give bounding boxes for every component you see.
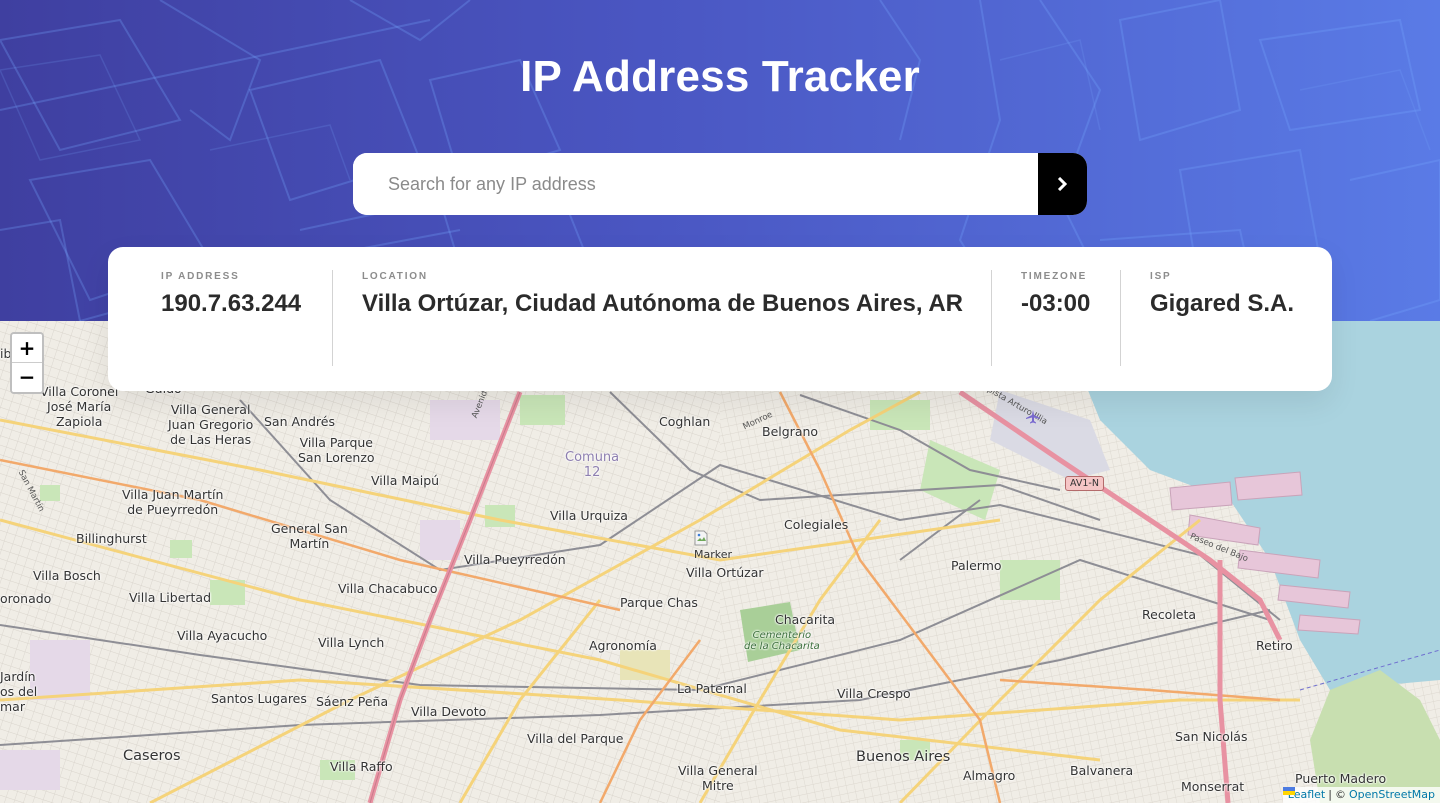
map-label: Puerto Madero bbox=[1295, 771, 1387, 786]
map-label: Sáenz Peña bbox=[316, 694, 389, 709]
map-label: Jardín os del mar bbox=[0, 669, 38, 714]
map-label: Belgrano bbox=[762, 424, 819, 439]
timezone-section: TIMEZONE -03:00 bbox=[1021, 271, 1121, 367]
location-value: Villa Ortúzar, Ciudad Autónoma de Buenos… bbox=[362, 290, 963, 317]
map-label: Agronomía bbox=[589, 638, 657, 653]
map-label: Villa General Mitre bbox=[678, 763, 758, 793]
zoom-in-button[interactable]: + bbox=[12, 334, 42, 363]
map-label: Cementerio de la Chacarita bbox=[744, 630, 820, 652]
divider bbox=[332, 270, 333, 366]
map-label: Coghlan bbox=[659, 414, 711, 429]
airport-icon bbox=[1026, 410, 1040, 424]
map-attribution: Leaflet | © OpenStreetMap bbox=[1282, 787, 1440, 803]
map-label: Buenos Aires bbox=[856, 749, 951, 765]
map-label: Villa Devoto bbox=[411, 704, 487, 719]
isp-label: ISP bbox=[1150, 271, 1172, 282]
location-section: LOCATION Villa Ortúzar, Ciudad Autónoma … bbox=[362, 271, 982, 367]
map-label: Balvanera bbox=[1070, 763, 1134, 778]
search-submit-button[interactable] bbox=[1038, 153, 1087, 215]
map-label: Villa Juan Martín de Pueyrredón bbox=[122, 487, 224, 517]
ip-info-card: IP ADDRESS 190.7.63.244 LOCATION Villa O… bbox=[108, 247, 1332, 391]
map-label: Villa Lynch bbox=[318, 635, 385, 650]
map-label: Billinghurst bbox=[76, 531, 147, 546]
divider bbox=[1120, 270, 1121, 366]
map-label: Colegiales bbox=[784, 517, 849, 532]
map[interactable]: Villa Coronel José María Zapiola Villa G… bbox=[0, 321, 1440, 803]
map-label: Retiro bbox=[1256, 638, 1293, 653]
map-label: Villa Coronel José María Zapiola bbox=[40, 384, 119, 429]
divider bbox=[991, 270, 992, 366]
map-label: Villa Ortúzar bbox=[686, 565, 764, 580]
location-label: LOCATION bbox=[362, 271, 428, 282]
map-label: Parque Chas bbox=[620, 595, 698, 610]
attribution-copyright: © bbox=[1334, 788, 1346, 801]
map-label: San Nicolás bbox=[1175, 729, 1248, 744]
map-label: Santos Lugares bbox=[211, 691, 307, 706]
map-label: Palermo bbox=[951, 558, 1002, 573]
map-label: Villa Parque San Lorenzo bbox=[298, 435, 375, 465]
zoom-control: + − bbox=[10, 332, 44, 394]
map-label: oronado bbox=[0, 591, 52, 606]
map-label: Villa Maipú bbox=[371, 473, 440, 488]
page-title: IP Address Tracker bbox=[520, 52, 920, 101]
road-shield: AV1-N bbox=[1065, 476, 1104, 491]
search-input[interactable] bbox=[353, 153, 1038, 215]
chevron-right-icon bbox=[1057, 177, 1068, 191]
zoom-out-button[interactable]: − bbox=[12, 363, 42, 392]
map-label: Villa del Parque bbox=[527, 731, 624, 746]
map-label: General San Martín bbox=[271, 521, 348, 551]
ip-address-label: IP ADDRESS bbox=[161, 271, 240, 282]
map-label: Villa Urquiza bbox=[550, 508, 628, 523]
ip-address-section: IP ADDRESS 190.7.63.244 bbox=[161, 271, 331, 367]
timezone-label: TIMEZONE bbox=[1021, 271, 1088, 282]
map-label: Villa General Juan Gregorio de Las Heras bbox=[168, 402, 254, 447]
map-label: Villa Crespo bbox=[837, 686, 911, 701]
timezone-value: -03:00 bbox=[1021, 290, 1091, 317]
attribution-separator: | bbox=[1328, 788, 1332, 801]
map-label: Comuna 12 bbox=[565, 450, 620, 480]
search-bar bbox=[353, 153, 1087, 215]
ip-address-value: 190.7.63.244 bbox=[161, 290, 302, 317]
map-label: Villa Bosch bbox=[33, 568, 101, 583]
isp-section: ISP Gigared S.A. bbox=[1150, 271, 1310, 367]
map-label: Monserrat bbox=[1181, 779, 1245, 794]
map-label: La Paternal bbox=[677, 681, 747, 696]
openstreetmap-link[interactable]: OpenStreetMap bbox=[1349, 787, 1435, 803]
location-marker[interactable]: Marker bbox=[694, 530, 734, 561]
map-label: Villa Ayacucho bbox=[177, 628, 268, 643]
broken-image-icon bbox=[694, 530, 708, 546]
isp-value: Gigared S.A. bbox=[1150, 290, 1295, 317]
map-label: Chacarita bbox=[775, 612, 836, 627]
ukraine-flag-icon bbox=[1282, 787, 1295, 795]
map-label: Villa Libertad bbox=[129, 590, 212, 605]
marker-alt-text: Marker bbox=[694, 548, 733, 561]
map-label: Villa Raffo bbox=[330, 759, 393, 774]
map-label: Villa Pueyrredón bbox=[464, 552, 566, 567]
map-label: San Andrés bbox=[264, 414, 335, 429]
map-label: Caseros bbox=[123, 748, 181, 764]
map-label: Villa Chacabuco bbox=[338, 581, 438, 596]
map-label: Almagro bbox=[963, 768, 1016, 783]
map-label: Recoleta bbox=[1142, 607, 1197, 622]
